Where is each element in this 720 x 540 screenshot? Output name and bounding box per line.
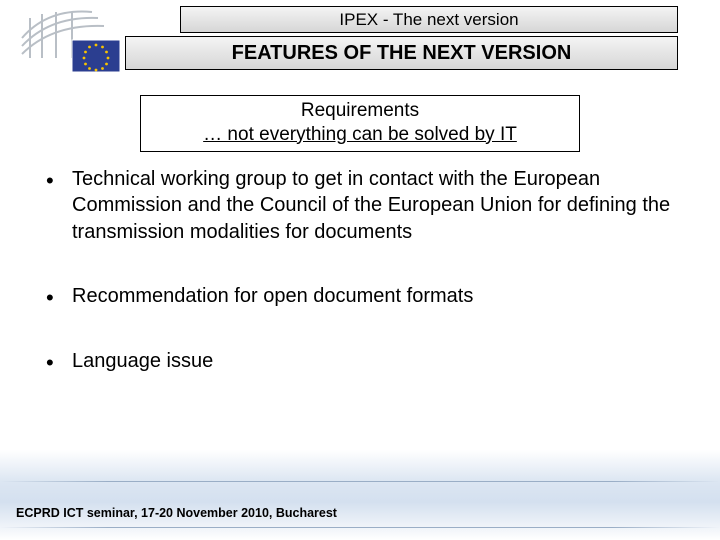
ep-logo [18,6,128,78]
requirements-line2: … not everything can be solved by IT [147,123,573,147]
requirements-line1: Requirements [147,99,573,123]
footer-rule [0,481,720,482]
list-item: Technical working group to get in contac… [46,166,676,245]
bullet-list: Technical working group to get in contac… [46,166,676,412]
slide-title-large: FEATURES OF THE NEXT VERSION [125,36,678,70]
list-item: Recommendation for open document formats [46,283,676,309]
footer-text: ECPRD ICT seminar, 17-20 November 2010, … [16,506,337,520]
footer-rule [0,527,720,528]
list-item: Language issue [46,348,676,374]
requirements-box: Requirements … not everything can be sol… [140,95,580,152]
slide: IPEX - The next version FEATURES OF THE … [0,0,720,540]
slide-title-small: IPEX - The next version [180,6,678,33]
